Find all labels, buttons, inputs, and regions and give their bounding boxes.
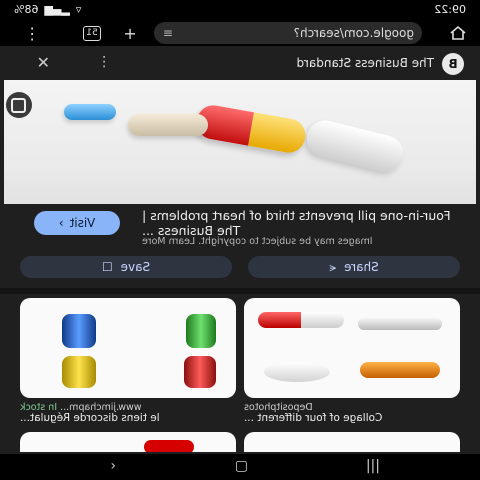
url-text: google.com/search? (293, 26, 414, 40)
kebab-menu-icon[interactable]: ⋮ (97, 54, 111, 70)
beige-tablet (128, 114, 208, 136)
address-bar[interactable]: google.com/search? ≡ (154, 22, 422, 44)
screen: 09:22 ▿ ▂▄▆ 68% google.com/search? ≡ + 5… (0, 0, 480, 480)
visit-button[interactable]: Visit › (34, 211, 120, 235)
red-bottle (184, 356, 216, 388)
share-label: Share (344, 260, 379, 274)
related-card[interactable] (20, 298, 236, 398)
back-icon[interactable]: ‹ (110, 458, 116, 474)
related-card[interactable] (20, 432, 236, 452)
result-image[interactable] (4, 80, 476, 204)
page-info-icon[interactable]: ≡ (163, 26, 173, 40)
battery-level: 68% (14, 3, 39, 16)
red-yellow-capsule (193, 102, 309, 156)
status-bar: 09:22 ▿ ▂▄▆ 68% (0, 0, 480, 20)
red-white-capsule (258, 312, 344, 328)
save-label: Save (120, 260, 151, 274)
close-icon[interactable]: ✕ (37, 53, 50, 72)
home-icon[interactable] (448, 24, 468, 42)
wifi-icon: ▿ (75, 3, 82, 16)
source-name: The Business Standard (296, 56, 434, 70)
tab-count-icon: 51 (83, 25, 101, 41)
related-title[interactable]: Collage of four different ... (244, 412, 460, 424)
recents-icon[interactable]: ||| (366, 458, 380, 474)
status-time: 09:22 (434, 3, 466, 16)
blue-tablet (64, 104, 116, 120)
save-button[interactable]: Save ☐ (20, 256, 232, 278)
signal-icon: ▂▄▆ (44, 3, 70, 16)
divider (0, 288, 480, 294)
share-icon: ⪪ (329, 259, 337, 274)
red-pill (144, 440, 194, 452)
source-header: B The Business Standard ⋮ ✕ (0, 46, 480, 80)
blue-bottle (62, 314, 96, 348)
yellow-bottle (62, 356, 96, 388)
copyright-notice: Images may be subject to copyright. Lear… (142, 236, 373, 247)
source-logo: B (442, 53, 464, 75)
system-nav-bar: ||| ▢ ‹ (0, 454, 480, 480)
browser-toolbar: google.com/search? ≡ + 51 ⋮ (0, 20, 480, 46)
nav-home-icon[interactable]: ▢ (235, 458, 248, 474)
white-long-tablet (358, 318, 442, 330)
tab-switcher-button[interactable]: 51 (82, 24, 102, 42)
white-capsule (303, 116, 407, 176)
kebab-menu-icon[interactable]: ⋮ (22, 24, 42, 43)
related-card[interactable] (244, 298, 460, 398)
visit-label: Visit (69, 216, 96, 230)
lens-icon[interactable] (6, 92, 32, 118)
chevron-right-icon: › (58, 216, 64, 230)
share-button[interactable]: Share ⪪ (248, 256, 460, 278)
status-icons: ▿ ▂▄▆ 68% (14, 3, 81, 16)
orange-capsule (360, 362, 440, 378)
result-title[interactable]: Four-in-one pill prevents third of heart… (142, 208, 462, 238)
green-bottle (186, 314, 216, 348)
white-round-tablet (264, 362, 330, 382)
bookmark-icon: ☐ (101, 260, 113, 274)
related-title[interactable]: le tiens discorde Régulat... (20, 412, 236, 424)
plus-icon[interactable]: + (120, 24, 140, 43)
related-card[interactable] (244, 432, 460, 452)
